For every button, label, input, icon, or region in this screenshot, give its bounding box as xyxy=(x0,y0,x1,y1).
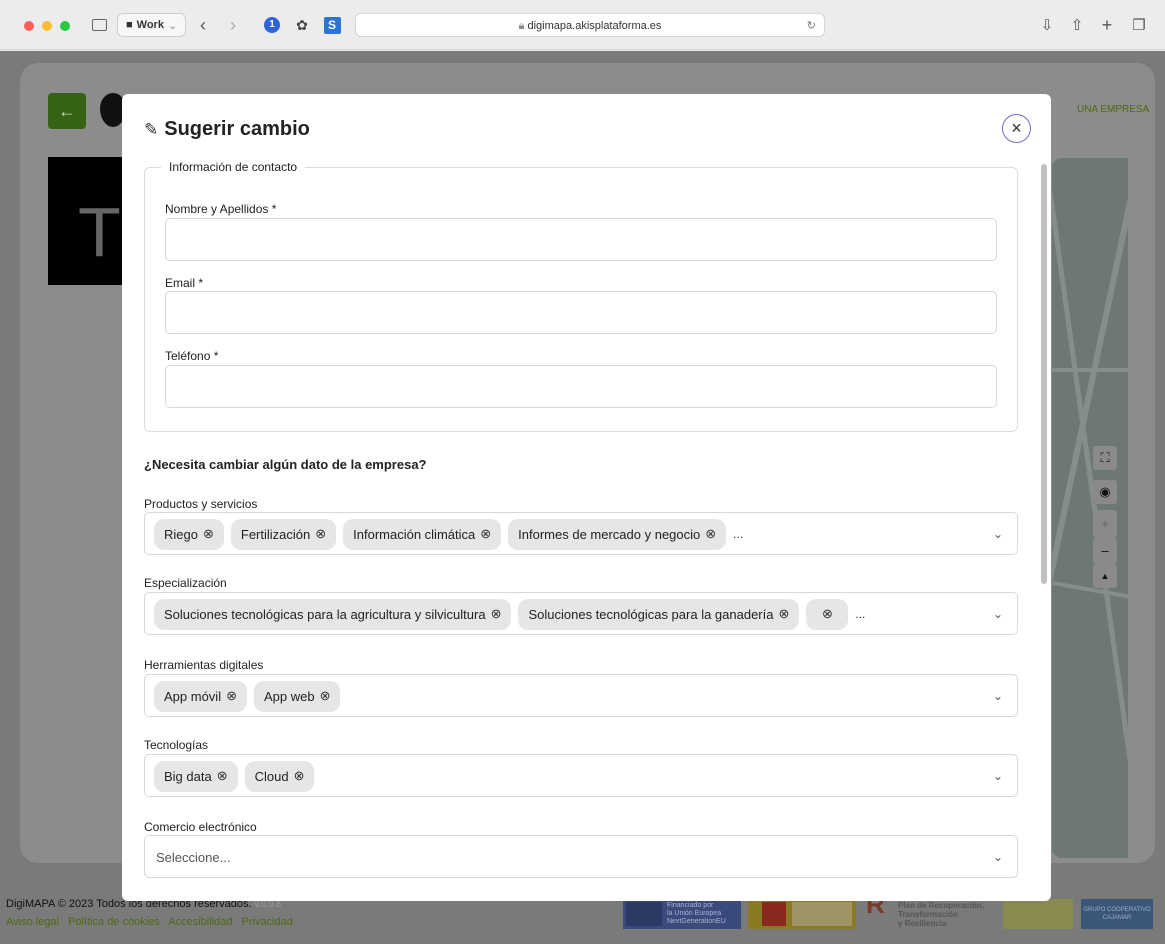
zoom-in-button[interactable]: + xyxy=(1093,510,1117,538)
close-icon: × xyxy=(1011,118,1022,138)
phone-input[interactable] xyxy=(165,365,997,408)
zoom-window-button[interactable] xyxy=(60,21,70,31)
digital-tools-label: Herramientas digitales xyxy=(144,658,264,672)
chip-big-data: Big data ⊗ xyxy=(154,760,238,792)
ecommerce-select[interactable]: Seleccione... ⌄ xyxy=(144,835,1018,878)
chevron-down-icon[interactable]: ⌄ xyxy=(993,836,1003,879)
remove-chip-icon[interactable]: ⊗ xyxy=(491,606,502,622)
digital-tools-select[interactable]: App móvil ⊗ App web ⊗ ⌄ xyxy=(144,674,1018,717)
chip-fertilizacion: Fertilización ⊗ xyxy=(230,518,337,550)
chip-informes-mercado: Informes de mercado y negocio ⊗ xyxy=(508,518,727,550)
forward-arrow-icon[interactable]: › xyxy=(226,14,240,36)
remove-chip-icon[interactable]: ⊗ xyxy=(822,606,833,622)
add-company-link[interactable]: UNA EMPRESA xyxy=(1077,104,1149,115)
technologies-select[interactable]: Big data ⊗ Cloud ⊗ ⌄ xyxy=(144,754,1018,797)
briefcase-icon: ■ xyxy=(126,19,133,31)
remove-chip-icon[interactable]: ⊗ xyxy=(778,606,789,622)
suggest-change-modal: ✎︎ Sugerir cambio × Información de conta… xyxy=(122,94,1051,901)
lock-icon: 🔒︎ xyxy=(518,20,525,32)
footer-link-accessibility[interactable]: Accesibilidad xyxy=(168,916,232,928)
zoom-out-button[interactable]: – xyxy=(1093,538,1117,564)
remove-chip-icon[interactable]: ⊗ xyxy=(320,688,331,704)
ecommerce-placeholder: Seleccione... xyxy=(156,850,231,865)
email-label: Email * xyxy=(165,276,204,290)
chip-truncated: ⊗ xyxy=(806,598,849,630)
name-label: Nombre y Apellidos * xyxy=(165,202,277,216)
company-image: T xyxy=(48,157,128,285)
share-icon[interactable]: ⇧ xyxy=(1067,14,1087,36)
spain-government-logo xyxy=(748,899,856,929)
chevron-down-icon[interactable]: ⌄ xyxy=(993,593,1003,636)
remove-chip-icon[interactable]: ⊗ xyxy=(294,768,305,784)
chip-app-movil: App móvil ⊗ xyxy=(154,680,247,712)
download-icon[interactable]: ⇩ xyxy=(1037,14,1057,36)
compass-icon[interactable]: ▲ xyxy=(1093,564,1117,588)
pencil-icon: ✎︎ xyxy=(144,119,159,139)
profile-label: Work xyxy=(136,19,164,31)
more-items-indicator: ... xyxy=(733,527,744,541)
s-extension-icon[interactable]: S xyxy=(322,14,342,36)
profile-selector[interactable]: ■ Work ⌄ xyxy=(117,13,187,37)
reload-icon[interactable]: ↻ xyxy=(807,14,816,38)
eu-funding-logo: Financiado por la Unión Europea NextGene… xyxy=(623,899,741,929)
close-window-button[interactable] xyxy=(24,21,34,31)
locate-icon[interactable]: ◉ xyxy=(1093,480,1117,504)
password-extension-icon[interactable]: 1 xyxy=(262,14,282,36)
remove-chip-icon[interactable]: ⊗ xyxy=(480,526,491,542)
phone-label: Teléfono * xyxy=(165,349,219,363)
products-label: Productos y servicios xyxy=(144,497,258,511)
map-panel xyxy=(1052,158,1128,858)
chip-agricultura-silvicultura: Soluciones tecnológicas para la agricult… xyxy=(154,598,512,630)
specialization-select[interactable]: Soluciones tecnológicas para la agricult… xyxy=(144,592,1018,635)
products-select[interactable]: Riego ⊗ Fertilización ⊗ Información climát… xyxy=(144,512,1018,555)
modal-scrollbar[interactable] xyxy=(1041,164,1047,584)
grupo-cooperativo-logo: GRUPO COOPERATIVO CAJAMAR xyxy=(1081,899,1153,929)
paw-extension-icon[interactable]: ✿ xyxy=(292,14,312,36)
sidebar-toggle-icon[interactable] xyxy=(88,14,110,36)
name-input[interactable] xyxy=(165,218,997,261)
remove-chip-icon[interactable]: ⊗ xyxy=(705,526,716,542)
footer-link-cookies[interactable]: Política de cookies xyxy=(68,916,160,928)
ecommerce-label: Comercio electrónico xyxy=(144,820,257,834)
partner-logo xyxy=(1003,899,1073,929)
minimize-window-button[interactable] xyxy=(42,21,52,31)
new-tab-icon[interactable]: + xyxy=(1097,14,1117,36)
modal-title: ✎︎ Sugerir cambio xyxy=(144,118,310,140)
browser-toolbar: ■ Work ⌄ ‹ › 1 ✿ S 🔒︎ digimapa.akisplata… xyxy=(0,0,1165,50)
chevron-down-icon[interactable]: ⌄ xyxy=(993,755,1003,798)
footer-link-legal[interactable]: Aviso legal xyxy=(6,916,59,928)
chip-informacion-climatica: Información climática ⊗ xyxy=(343,518,502,550)
footer-link-privacy[interactable]: Privacidad xyxy=(242,916,293,928)
chip-riego: Riego ⊗ xyxy=(154,518,224,550)
more-items-indicator: ... xyxy=(855,607,866,621)
specialization-label: Especialización xyxy=(144,576,227,590)
chevron-down-icon[interactable]: ⌄ xyxy=(993,513,1003,556)
close-modal-button[interactable]: × xyxy=(1002,114,1031,143)
address-bar[interactable]: 🔒︎ digimapa.akisplataforma.es ↻ xyxy=(355,13,825,37)
section-question: ¿Necesita cambiar algún dato de la empre… xyxy=(144,457,427,472)
remove-chip-icon[interactable]: ⊗ xyxy=(217,768,228,784)
chip-cloud: Cloud ⊗ xyxy=(244,760,315,792)
url-text: digimapa.akisplataforma.es xyxy=(527,20,662,32)
remove-chip-icon[interactable]: ⊗ xyxy=(203,526,214,542)
chip-ganaderia: Soluciones tecnológicas para la ganaderí… xyxy=(518,598,800,630)
chevron-down-icon: ⌄ xyxy=(167,19,178,32)
footer-links: Aviso legal Política de cookies Accesibi… xyxy=(6,916,299,928)
remove-chip-icon[interactable]: ⊗ xyxy=(315,526,326,542)
recovery-plan-logo: R Plan de Recuperación, Transformación y… xyxy=(866,889,984,928)
fullscreen-icon[interactable]: ⛶ xyxy=(1093,446,1117,470)
back-arrow-icon[interactable]: ‹ xyxy=(196,14,210,36)
email-input[interactable] xyxy=(165,291,997,334)
contact-info-legend: Información de contacto xyxy=(169,160,298,174)
tab-overview-icon[interactable]: ❐ xyxy=(1129,14,1149,36)
chevron-down-icon[interactable]: ⌄ xyxy=(993,675,1003,718)
chip-app-web: App web ⊗ xyxy=(253,680,341,712)
back-arrow-icon[interactable]: ← xyxy=(48,93,86,129)
technologies-label: Tecnologías xyxy=(144,738,209,752)
remove-chip-icon[interactable]: ⊗ xyxy=(226,688,237,704)
